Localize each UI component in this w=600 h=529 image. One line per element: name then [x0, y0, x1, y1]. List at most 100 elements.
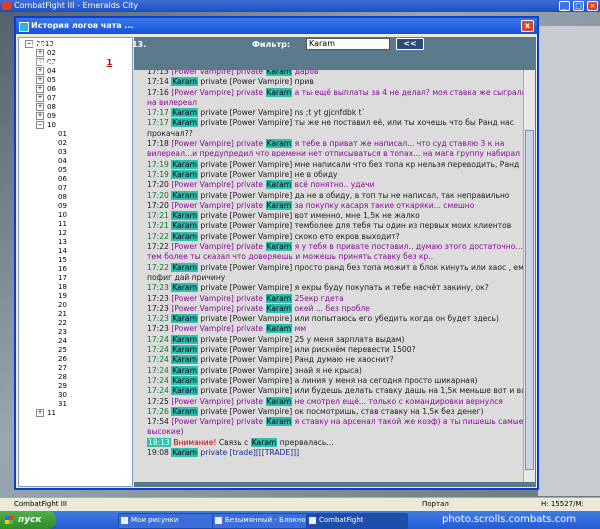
expand-icon[interactable]: + [36, 85, 44, 93]
nick-highlight[interactable]: Karam [265, 293, 293, 303]
tree-day-27[interactable]: 27 [58, 364, 67, 373]
tree-day-01[interactable]: 01 [58, 130, 67, 139]
tree-day-26[interactable]: 26 [58, 355, 67, 364]
tree-day-08[interactable]: 08 [58, 193, 67, 202]
nick-highlight[interactable]: Karam [265, 87, 293, 97]
filter-input[interactable]: Karam [306, 38, 390, 50]
expand-icon[interactable]: + [36, 103, 44, 111]
close-button[interactable]: × [587, 1, 598, 11]
chat-message: 17:14 Karam private [Power Vampire] прив [147, 77, 523, 87]
tree-day-13[interactable]: 13 [58, 238, 67, 247]
tree-day-24[interactable]: 24 [58, 337, 67, 346]
tree-month-08[interactable]: +08 [36, 103, 56, 112]
tree-day-28[interactable]: 28 [58, 373, 67, 382]
tree-day-30[interactable]: 30 [58, 391, 67, 400]
date-tree[interactable]: −2013 +02 +03 +04 +05 +06 +07 +08 +09−10 01 02 03 04… [18, 37, 133, 487]
nick-highlight[interactable]: Karam [265, 242, 293, 252]
tree-day-17[interactable]: 17 [58, 274, 67, 283]
nick-highlight[interactable]: Karam [265, 200, 293, 210]
nick-highlight[interactable]: Karam [171, 447, 198, 457]
expand-icon[interactable]: + [36, 49, 44, 57]
tree-month-07[interactable]: +07 [36, 94, 56, 103]
tree-day-12[interactable]: 12 [58, 229, 67, 238]
task-combatfight[interactable]: CombatFight [306, 513, 408, 529]
expand-icon[interactable]: + [36, 67, 44, 75]
nick-highlight[interactable]: Karam [171, 375, 198, 385]
nick-highlight[interactable]: Karam [171, 169, 198, 179]
tree-day-16[interactable]: 16 [58, 265, 67, 274]
back-button[interactable]: << [396, 38, 424, 50]
tree-day-29[interactable]: 29 [58, 382, 67, 391]
message-time: 17:24 [147, 365, 169, 375]
tree-day-25[interactable]: 25 [58, 346, 67, 355]
expand-icon[interactable]: + [36, 94, 44, 102]
nick-highlight[interactable]: Karam [171, 386, 198, 396]
tree-day-07[interactable]: 07 [58, 184, 67, 193]
nick-highlight[interactable]: Karam [250, 437, 278, 447]
nick-highlight[interactable]: Karam [171, 345, 198, 355]
nick-highlight[interactable]: Karam [171, 211, 198, 221]
nick-highlight[interactable]: Karam [171, 355, 198, 365]
expand-icon[interactable]: + [36, 76, 44, 84]
tree-day-31[interactable]: 31 [58, 400, 67, 409]
chat-message: 17:21 Karam private [Power Vampire] темб… [147, 221, 523, 231]
nick-highlight[interactable]: Karam [171, 231, 198, 241]
nick-highlight[interactable]: Karam [171, 118, 198, 128]
nick-highlight[interactable]: Karam [171, 190, 198, 200]
expand-icon[interactable]: + [36, 409, 44, 417]
maximize-button[interactable]: □ [573, 1, 584, 11]
nick-highlight[interactable]: Karam [265, 139, 293, 149]
nick-highlight[interactable]: Karam [265, 303, 293, 313]
tree-month-10[interactable]: −10 [36, 121, 56, 130]
tree-day-09[interactable]: 09 [58, 202, 67, 211]
expand-icon[interactable]: + [36, 112, 44, 120]
tree-day-02[interactable]: 02 [58, 139, 67, 148]
tree-month-11[interactable]: +11 [36, 409, 56, 418]
message-text: private [Power Vampire] 25 у меня зарпла… [198, 334, 405, 344]
tree-day-20[interactable]: 20 [58, 301, 67, 310]
nick-highlight[interactable]: Karam [171, 262, 198, 272]
message-time: 17:20 [147, 180, 169, 190]
nick-highlight[interactable]: Karam [171, 77, 198, 87]
tree-day-22[interactable]: 22 [58, 319, 67, 328]
message-text: private [Power Vampire] прив [198, 77, 314, 87]
scroll-thumb[interactable] [525, 130, 534, 470]
tree-day-11[interactable]: 11 [58, 220, 67, 229]
tree-day-04[interactable]: 04 [58, 157, 67, 166]
tree-day-05[interactable]: 05 [58, 166, 67, 175]
chat-scrollbar[interactable] [523, 70, 535, 482]
tree-month-02[interactable]: +02 [36, 49, 56, 58]
dialog-close-button[interactable]: x [521, 20, 534, 32]
tree-day-19[interactable]: 19 [58, 292, 67, 301]
nick-highlight[interactable]: Karam [171, 159, 198, 169]
page-link[interactable]: 1 [107, 58, 113, 67]
collapse-icon[interactable]: − [36, 121, 44, 129]
nick-highlight[interactable]: Karam [265, 417, 293, 427]
nick-highlight[interactable]: Karam [265, 180, 293, 190]
tree-day-23[interactable]: 23 [58, 328, 67, 337]
nick-highlight[interactable]: Karam [265, 396, 293, 406]
nick-highlight[interactable]: Karam [171, 108, 198, 118]
tree-day-21[interactable]: 21 [58, 310, 67, 319]
nick-highlight[interactable]: Karam [171, 406, 198, 416]
tree-day-03[interactable]: 03 [58, 148, 67, 157]
nick-highlight[interactable]: Karam [171, 365, 198, 375]
minimize-button[interactable]: _ [559, 1, 570, 11]
tree-month-05[interactable]: +05 [36, 76, 56, 85]
tree-month-06[interactable]: +06 [36, 85, 56, 94]
tree-day-10[interactable]: 10 [58, 211, 67, 220]
tree-day-06[interactable]: 06 [58, 175, 67, 184]
tree-day-15[interactable]: 15 [58, 256, 67, 265]
tree-day-14[interactable]: 14 [58, 247, 67, 256]
folder-icon [121, 517, 128, 524]
tree-month-04[interactable]: +04 [36, 67, 56, 76]
nick-highlight[interactable]: Karam [171, 314, 198, 324]
start-button[interactable]: пуск [0, 511, 56, 529]
nick-highlight[interactable]: Karam [171, 334, 198, 344]
tree-day-18[interactable]: 18 [58, 283, 67, 292]
nick-highlight[interactable]: Karam [171, 283, 198, 293]
nick-highlight[interactable]: Karam [171, 221, 198, 231]
tree-month-09[interactable]: +09 [36, 112, 56, 121]
nick-highlight[interactable]: Karam [265, 324, 293, 334]
nick-highlight[interactable]: Karam [265, 70, 293, 76]
